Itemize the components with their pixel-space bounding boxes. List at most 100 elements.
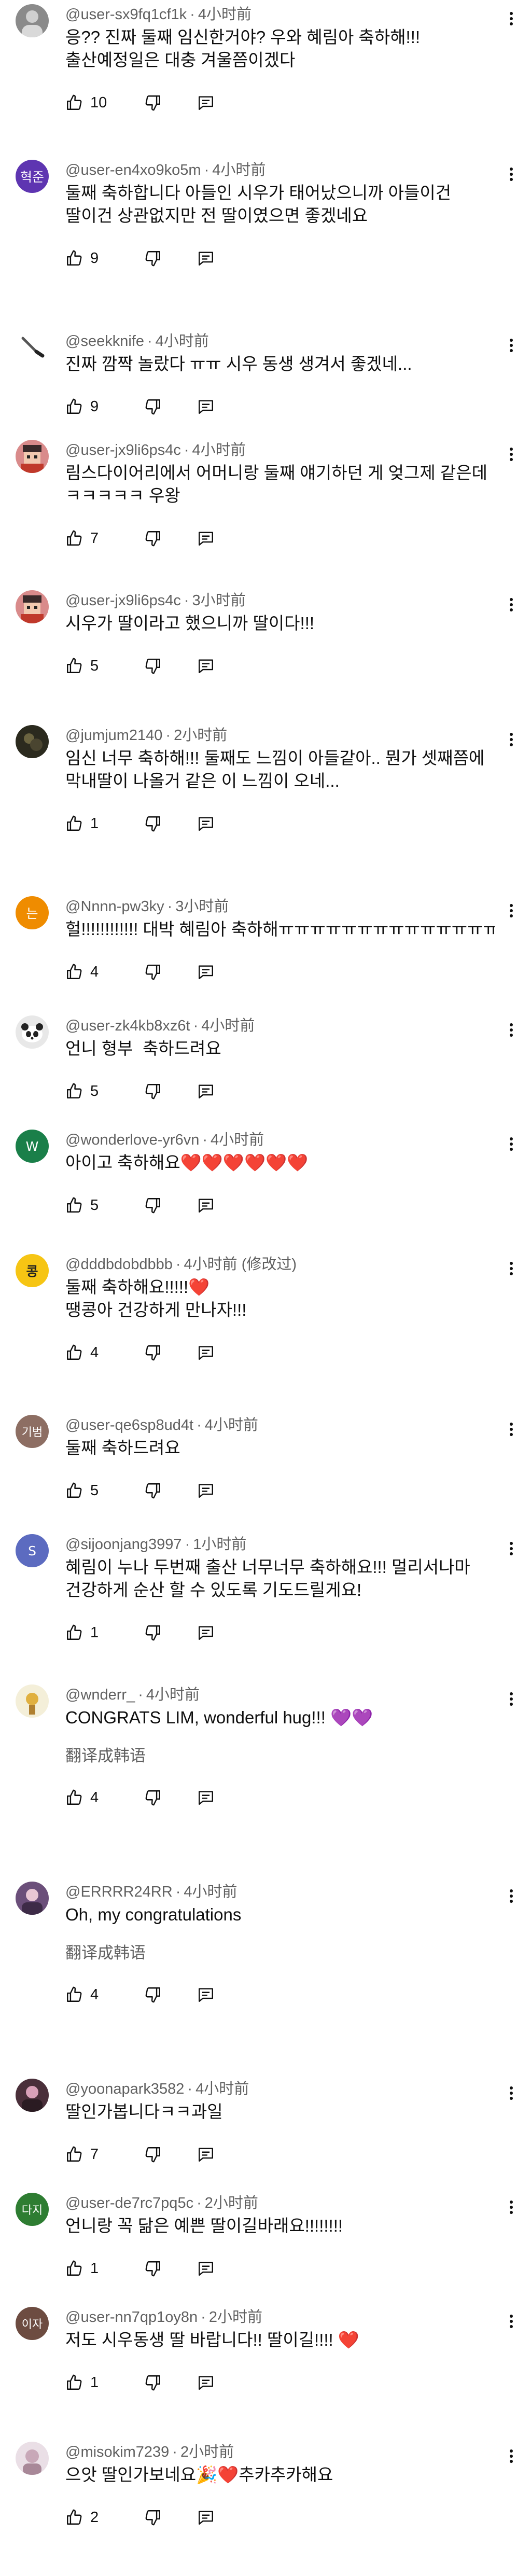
avatar[interactable]: W [16,1130,49,1163]
author-name[interactable]: @dddbdobdbbb [65,1256,173,1273]
author-name[interactable]: @jumjum2140 [65,727,162,744]
like-button[interactable]: 9 [65,249,123,267]
avatar[interactable]: S [16,1534,49,1567]
avatar[interactable] [16,1882,49,1915]
author-name[interactable]: @yoonapark3582 [65,2081,184,2097]
dislike-button[interactable] [144,815,162,832]
author-name[interactable]: @user-sx9fq1cf1k [65,6,187,23]
like-button[interactable]: 4 [65,1344,123,1361]
more-options-icon[interactable] [504,443,519,466]
dislike-button[interactable] [144,94,162,112]
avatar[interactable]: 혁준 [16,160,49,193]
more-options-icon[interactable] [504,1418,519,1441]
reply-button[interactable] [197,815,215,832]
avatar[interactable] [16,4,49,37]
more-options-icon[interactable] [504,1537,519,1560]
reply-button[interactable] [197,1789,215,1806]
like-button[interactable]: 7 [65,530,123,547]
like-button[interactable]: 5 [65,657,123,675]
dislike-button[interactable] [144,963,162,981]
like-button[interactable]: 1 [65,2260,123,2277]
more-options-icon[interactable] [504,2196,519,2219]
like-button[interactable]: 5 [65,1082,123,1100]
avatar[interactable] [16,2442,49,2475]
reply-button[interactable] [197,2509,215,2526]
dislike-button[interactable] [144,530,162,547]
more-options-icon[interactable] [504,334,519,357]
avatar[interactable]: 는 [16,896,49,929]
translate-link[interactable]: 翻译成韩语 [65,1943,495,1964]
reply-button[interactable] [197,1482,215,1499]
avatar[interactable] [16,1684,49,1718]
avatar[interactable]: 기범 [16,1415,49,1448]
more-options-icon[interactable] [504,593,519,616]
more-options-icon[interactable] [504,1257,519,1280]
reply-button[interactable] [197,963,215,981]
like-button[interactable]: 10 [65,94,123,112]
avatar[interactable]: 다지 [16,2193,49,2226]
reply-button[interactable] [197,94,215,112]
dislike-button[interactable] [144,1082,162,1100]
dislike-button[interactable] [144,1482,162,1499]
author-name[interactable]: @user-zk4kb8xz6t [65,1018,190,1034]
avatar[interactable] [16,590,49,623]
avatar[interactable] [16,725,49,758]
dislike-button[interactable] [144,2509,162,2526]
more-options-icon[interactable] [504,1885,519,1907]
reply-button[interactable] [197,1196,215,1214]
dislike-button[interactable] [144,1789,162,1806]
avatar[interactable] [16,440,49,473]
author-name[interactable]: @misokim7239 [65,2444,169,2460]
like-button[interactable]: 4 [65,1789,123,1806]
dislike-button[interactable] [144,1624,162,1641]
like-button[interactable]: 4 [65,963,123,981]
reply-button[interactable] [197,1624,215,1641]
like-button[interactable]: 9 [65,398,123,415]
author-name[interactable]: @user-en4xo9ko5m [65,162,201,178]
like-button[interactable]: 4 [65,1986,123,2003]
like-button[interactable]: 1 [65,815,123,832]
author-name[interactable]: @Nnnn-pw3ky [65,898,164,915]
like-button[interactable]: 5 [65,1482,123,1499]
more-options-icon[interactable] [504,163,519,186]
author-name[interactable]: @user-qe6sp8ud4t [65,1417,193,1433]
like-button[interactable]: 2 [65,2509,123,2526]
reply-button[interactable] [197,1344,215,1361]
author-name[interactable]: @user-jx9li6ps4c [65,592,181,609]
more-options-icon[interactable] [504,7,519,30]
author-name[interactable]: @seekknife [65,333,144,350]
dislike-button[interactable] [144,398,162,415]
author-name[interactable]: @ERRRR24RR [65,1884,173,1900]
reply-button[interactable] [197,2374,215,2391]
more-options-icon[interactable] [504,2445,519,2468]
dislike-button[interactable] [144,2260,162,2277]
avatar[interactable]: 이자 [16,2307,49,2340]
author-name[interactable]: @wnderr_ [65,1687,135,1703]
dislike-button[interactable] [144,249,162,267]
reply-button[interactable] [197,2260,215,2277]
dislike-button[interactable] [144,2374,162,2391]
like-button[interactable]: 1 [65,1624,123,1641]
like-button[interactable]: 1 [65,2374,123,2391]
more-options-icon[interactable] [504,728,519,751]
dislike-button[interactable] [144,2146,162,2163]
more-options-icon[interactable] [504,2310,519,2333]
avatar[interactable] [16,1015,49,1049]
author-name[interactable]: @wonderlove-yr6vn [65,1132,199,1148]
like-button[interactable]: 5 [65,1196,123,1214]
more-options-icon[interactable] [504,1019,519,1041]
avatar[interactable] [16,2079,49,2112]
more-options-icon[interactable] [504,899,519,922]
more-options-icon[interactable] [504,2082,519,2105]
author-name[interactable]: @user-jx9li6ps4c [65,442,181,458]
reply-button[interactable] [197,530,215,547]
reply-button[interactable] [197,249,215,267]
avatar[interactable]: 콩 [16,1254,49,1287]
reply-button[interactable] [197,398,215,415]
more-options-icon[interactable] [504,1133,519,1155]
like-button[interactable]: 7 [65,2146,123,2163]
dislike-button[interactable] [144,1196,162,1214]
reply-button[interactable] [197,1986,215,2003]
avatar[interactable] [16,331,49,364]
dislike-button[interactable] [144,1344,162,1361]
